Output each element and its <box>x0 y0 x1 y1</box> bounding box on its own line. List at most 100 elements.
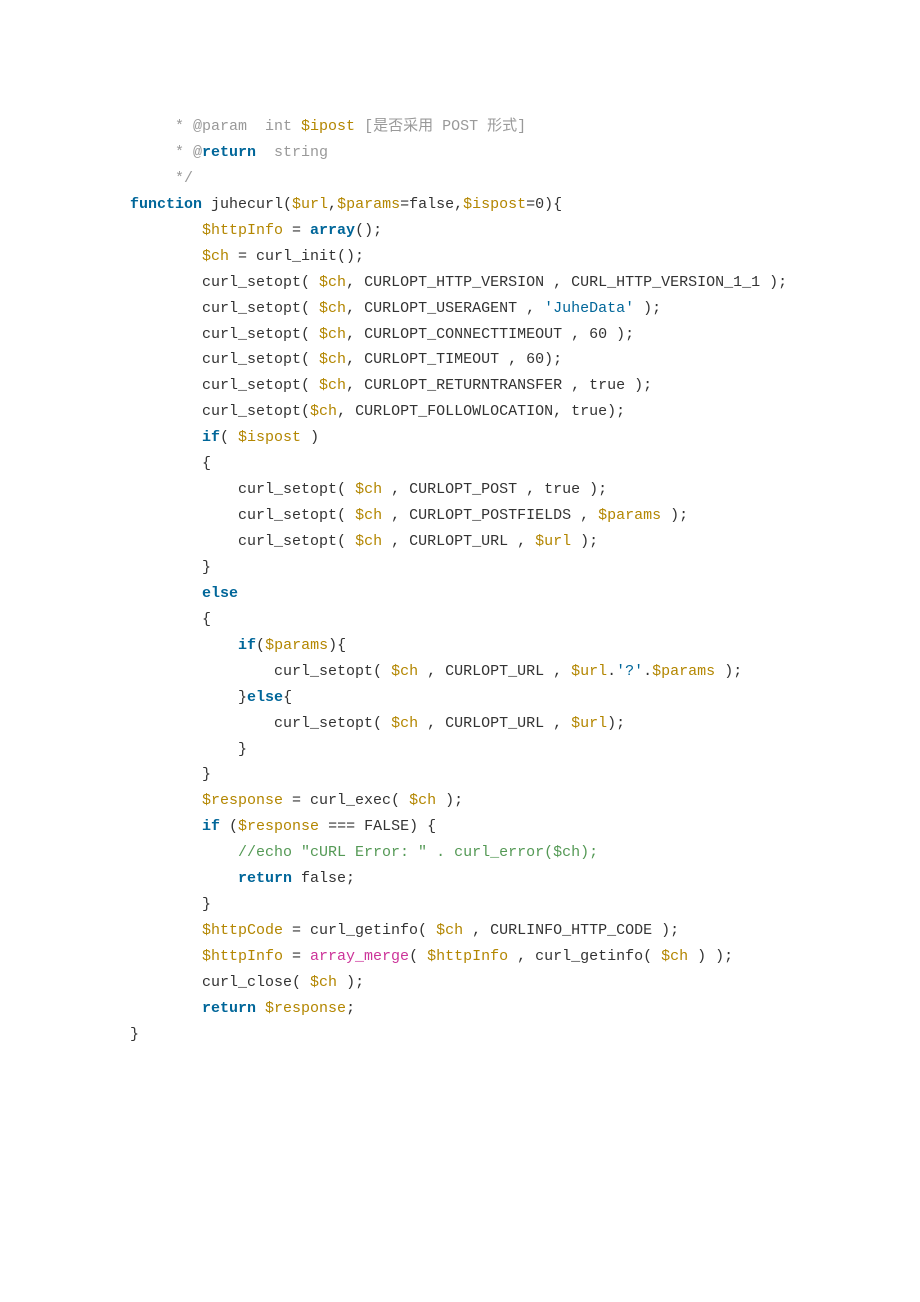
code-token: curl_setopt( <box>202 326 319 343</box>
code-token: ); <box>661 507 688 524</box>
code-token: = curl_init(); <box>229 248 364 265</box>
code-token: , CURLOPT_HTTP_VERSION , CURL_HTTP_VERSI… <box>346 274 787 291</box>
code-token: = <box>283 948 310 965</box>
code-line: curl_setopt( $ch , CURLOPT_URL , $url.'?… <box>130 659 790 685</box>
code-token: $response <box>238 818 319 835</box>
code-token: $ch <box>661 948 688 965</box>
code-line: curl_setopt( $ch, CURLOPT_TIMEOUT , 60); <box>130 347 790 373</box>
code-token: if <box>202 429 220 446</box>
code-token: else <box>202 585 238 602</box>
code-token: } <box>202 896 211 913</box>
code-line: }else{ <box>130 685 790 711</box>
code-token: curl_setopt( <box>202 377 319 394</box>
code-token: } <box>238 741 247 758</box>
code-line: //echo "cURL Error: " . curl_error($ch); <box>130 840 790 866</box>
code-line: else <box>130 581 790 607</box>
code-token: { <box>202 455 211 472</box>
code-line: curl_setopt( $ch , CURLOPT_POSTFIELDS , … <box>130 503 790 529</box>
code-token: ( <box>409 948 427 965</box>
code-line: } <box>130 762 790 788</box>
code-token: $ch <box>319 326 346 343</box>
code-line: if($params){ <box>130 633 790 659</box>
code-token: ( <box>220 429 238 446</box>
code-line: { <box>130 451 790 477</box>
code-block: * @param int $ipost [是否采用 POST 形式] * @re… <box>0 0 920 1088</box>
code-token: , CURLINFO_HTTP_CODE ); <box>463 922 679 939</box>
code-line: curl_setopt( $ch, CURLOPT_RETURNTRANSFER… <box>130 373 790 399</box>
code-token: //echo "cURL Error: " . curl_error($ch); <box>238 844 598 861</box>
code-token: $ch <box>409 792 436 809</box>
code-token: = curl_getinfo( <box>283 922 436 939</box>
code-token: (); <box>355 222 382 239</box>
code-token: ); <box>337 974 364 991</box>
code-token: ; <box>346 1000 355 1017</box>
code-token: , CURLOPT_TIMEOUT , 60); <box>346 351 562 368</box>
code-token: * @ <box>166 144 202 161</box>
code-line: } <box>130 737 790 763</box>
code-token: ); <box>436 792 463 809</box>
code-token: . <box>607 663 616 680</box>
code-token: [是否采用 POST 形式] <box>355 118 526 135</box>
code-token: $params <box>598 507 661 524</box>
code-line: if( $ispost ) <box>130 425 790 451</box>
code-token: ); <box>571 533 598 550</box>
code-token: , CURLOPT_POSTFIELDS , <box>382 507 598 524</box>
code-token: if <box>238 637 256 654</box>
code-token: return <box>202 1000 256 1017</box>
code-token: = <box>283 222 310 239</box>
code-token: $ch <box>310 403 337 420</box>
code-token: $ch <box>436 922 463 939</box>
code-token: ); <box>634 300 661 317</box>
code-token: juhecurl( <box>202 196 292 213</box>
code-line: { <box>130 607 790 633</box>
code-line: */ <box>130 166 790 192</box>
code-token: '?' <box>616 663 643 680</box>
code-token: array <box>310 222 355 239</box>
code-line: if ($response === FALSE) { <box>130 814 790 840</box>
code-token: , CURLOPT_CONNECTTIMEOUT , 60 ); <box>346 326 634 343</box>
code-line: return $response; <box>130 996 790 1022</box>
code-token: $params <box>265 637 328 654</box>
code-token: } <box>130 1026 139 1043</box>
code-token: $url <box>571 715 607 732</box>
code-token: $url <box>292 196 328 213</box>
code-token: $ch <box>355 533 382 550</box>
code-token: } <box>202 559 211 576</box>
code-token: $ch <box>202 248 229 265</box>
code-token: = curl_exec( <box>283 792 409 809</box>
code-line: * @return string <box>130 140 790 166</box>
code-token: ); <box>607 715 625 732</box>
code-token: =false, <box>400 196 463 213</box>
code-token: , CURLOPT_USERAGENT , <box>346 300 544 317</box>
code-token: */ <box>166 170 193 187</box>
code-token: $ch <box>319 300 346 317</box>
code-token: $ch <box>355 507 382 524</box>
code-token: $httpCode <box>202 922 283 939</box>
code-token: . <box>643 663 652 680</box>
code-token: $ch <box>391 663 418 680</box>
code-token: , CURLOPT_FOLLOWLOCATION, true); <box>337 403 625 420</box>
code-token: $response <box>202 792 283 809</box>
code-token: === FALSE) { <box>319 818 436 835</box>
code-token: $params <box>337 196 400 213</box>
code-token: , curl_getinfo( <box>508 948 661 965</box>
code-token: curl_setopt( <box>202 300 319 317</box>
code-token: $ch <box>355 481 382 498</box>
code-token: ) ); <box>688 948 733 965</box>
code-token: curl_setopt( <box>274 663 391 680</box>
code-token: else <box>247 689 283 706</box>
code-line: curl_close( $ch ); <box>130 970 790 996</box>
code-token: array_merge <box>310 948 409 965</box>
code-token: } <box>238 689 247 706</box>
code-token <box>256 1000 265 1017</box>
code-token: return <box>202 144 256 161</box>
code-line: $response = curl_exec( $ch ); <box>130 788 790 814</box>
code-token: $ch <box>319 274 346 291</box>
code-token: , CURLOPT_POST , true ); <box>382 481 607 498</box>
code-token: curl_setopt( <box>202 403 310 420</box>
code-token: $ispost <box>238 429 301 446</box>
code-token: ){ <box>328 637 346 654</box>
code-token: function <box>130 196 202 213</box>
code-token: curl_setopt( <box>238 507 355 524</box>
code-token: $ipost <box>301 118 355 135</box>
